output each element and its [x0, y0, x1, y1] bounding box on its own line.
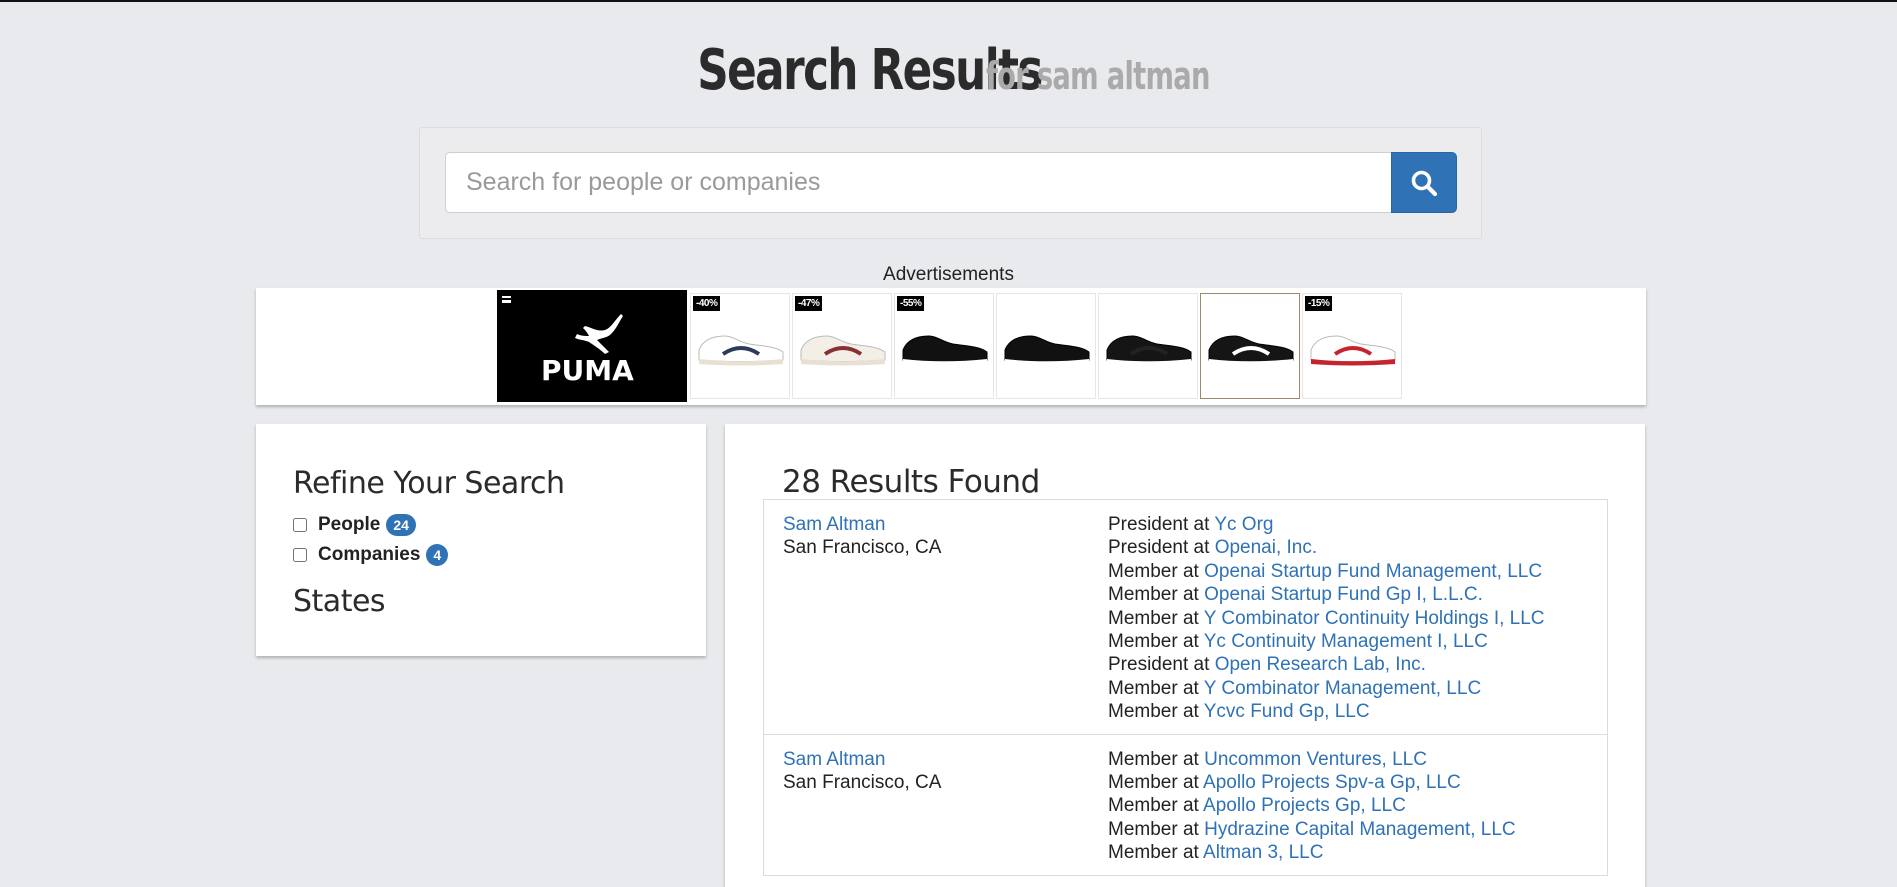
role-line: Member at Apollo Projects Gp, LLC: [1108, 794, 1607, 817]
company-link[interactable]: Apollo Projects Gp, LLC: [1203, 795, 1406, 816]
filter-people[interactable]: People 24: [293, 514, 416, 536]
company-link[interactable]: Y Combinator Management, LLC: [1204, 678, 1481, 699]
search-input[interactable]: [445, 152, 1391, 213]
role-title: Member at: [1108, 631, 1199, 653]
ad-product-tile[interactable]: [996, 293, 1096, 399]
refine-panel: Refine Your Search People 24 Companies 4…: [256, 424, 706, 656]
sneaker-icon: [1004, 335, 1090, 366]
company-link[interactable]: Altman 3, LLC: [1203, 842, 1323, 863]
role-line: Member at Openai Startup Fund Gp I, L.L.…: [1108, 583, 1607, 606]
filter-companies-count: 4: [426, 544, 449, 566]
role-line: Member at Uncommon Ventures, LLC: [1108, 748, 1607, 771]
role-line: Member at Hydrazine Capital Management, …: [1108, 818, 1607, 841]
page-title: Search Results for sam altman: [0, 38, 1897, 103]
result-person-link[interactable]: Sam Altman: [783, 514, 885, 535]
ad-product-tile[interactable]: -55%: [894, 293, 994, 399]
page-title-query: for sam altman: [986, 54, 1211, 98]
role-title: Member at: [1108, 677, 1199, 699]
ad-brand-text: PUMA: [541, 354, 634, 386]
results-panel: 28 Results Found Sam Altman San Francisco…: [725, 424, 1645, 887]
role-title: Member at: [1108, 772, 1199, 794]
role-title: President at: [1108, 514, 1210, 535]
role-title: Member at: [1108, 818, 1199, 840]
search-button[interactable]: [1391, 152, 1457, 213]
company-link[interactable]: Open Research Lab, Inc.: [1215, 654, 1426, 675]
role-title: President at: [1108, 654, 1210, 676]
result-roles: President at Yc Org President at Openai, …: [1108, 513, 1607, 724]
role-title: Member at: [1108, 842, 1199, 864]
role-title: Member at: [1108, 748, 1199, 770]
ad-product-tile[interactable]: -15%: [1302, 293, 1402, 399]
filter-companies[interactable]: Companies 4: [293, 544, 449, 566]
role-title: Member at: [1108, 560, 1199, 582]
result-person: Sam Altman San Francisco, CA: [764, 748, 1108, 865]
company-link[interactable]: Apollo Projects Spv-a Gp, LLC: [1203, 772, 1461, 793]
ad-product-tile[interactable]: [1200, 293, 1300, 399]
filter-people-checkbox[interactable]: [293, 518, 307, 532]
ad-brand-logo[interactable]: PUMA: [497, 290, 687, 402]
result-roles: Member at Uncommon Ventures, LLC Member a…: [1108, 748, 1607, 865]
role-line: President at Openai, Inc.: [1108, 536, 1607, 559]
result-row: Sam Altman San Francisco, CA President at …: [764, 500, 1607, 735]
company-link[interactable]: Ycvc Fund Gp, LLC: [1204, 701, 1370, 722]
filter-people-count: 24: [386, 514, 416, 536]
ad-discount-badge: -47%: [795, 296, 823, 311]
result-person-link[interactable]: Sam Altman: [783, 749, 885, 770]
ad-product-tile[interactable]: [1098, 293, 1198, 399]
sneaker-icon: [698, 335, 784, 366]
company-link[interactable]: Yc Org: [1214, 514, 1273, 535]
sneaker-icon: [1208, 335, 1294, 366]
ad-banner[interactable]: PUMA -40% -47% -55% -15%: [256, 288, 1646, 405]
search-panel: [419, 127, 1482, 239]
filter-people-label: People: [318, 514, 381, 535]
company-link[interactable]: Openai, Inc.: [1215, 537, 1317, 558]
sneaker-icon: [800, 335, 886, 366]
results-table: Sam Altman San Francisco, CA President at …: [763, 499, 1608, 876]
ad-product-tile[interactable]: -47%: [792, 293, 892, 399]
states-title: States: [293, 584, 386, 619]
role-line: President at Yc Org: [1108, 513, 1607, 536]
results-heading: 28 Results Found: [782, 464, 1040, 500]
role-title: President at: [1108, 537, 1210, 559]
sneaker-icon: [902, 335, 988, 366]
company-link[interactable]: Openai Startup Fund Management, LLC: [1204, 561, 1542, 582]
role-line: Member at Apollo Projects Spv-a Gp, LLC: [1108, 771, 1607, 794]
sneaker-icon: [1310, 335, 1396, 366]
ad-discount-badge: -55%: [897, 296, 925, 311]
role-line: Member at Yc Continuity Management I, LL…: [1108, 630, 1607, 653]
company-link[interactable]: Uncommon Ventures, LLC: [1204, 749, 1427, 770]
company-link[interactable]: Hydrazine Capital Management, LLC: [1204, 819, 1516, 840]
role-line: President at Open Research Lab, Inc.: [1108, 653, 1607, 676]
company-link[interactable]: Openai Startup Fund Gp I, L.L.C.: [1204, 584, 1483, 605]
search-icon: [1411, 170, 1438, 196]
ad-discount-badge: -40%: [693, 296, 721, 311]
company-link[interactable]: Y Combinator Continuity Holdings I, LLC: [1204, 608, 1545, 629]
role-line: Member at Openai Startup Fund Management…: [1108, 560, 1607, 583]
role-title: Member at: [1108, 701, 1199, 723]
filter-companies-checkbox[interactable]: [293, 548, 307, 562]
result-location: San Francisco, CA: [783, 537, 942, 559]
company-link[interactable]: Yc Continuity Management I, LLC: [1204, 631, 1488, 652]
ad-menu-icon[interactable]: [502, 296, 511, 303]
role-line: Member at Ycvc Fund Gp, LLC: [1108, 700, 1607, 723]
puma-logo-icon: PUMA: [541, 314, 634, 386]
role-line: Member at Y Combinator Management, LLC: [1108, 677, 1607, 700]
ads-label: Advertisements: [883, 264, 1014, 285]
ad-product-tile[interactable]: -40%: [690, 293, 790, 399]
role-title: Member at: [1108, 607, 1199, 629]
ad-discount-badge: -15%: [1305, 296, 1333, 311]
result-location: San Francisco, CA: [783, 772, 942, 794]
refine-title: Refine Your Search: [293, 466, 565, 501]
filter-companies-label: Companies: [318, 544, 421, 565]
role-title: Member at: [1108, 795, 1199, 817]
result-row: Sam Altman San Francisco, CA Member at Unc…: [764, 735, 1607, 876]
role-title: Member at: [1108, 584, 1199, 606]
result-person: Sam Altman San Francisco, CA: [764, 513, 1108, 724]
sneaker-icon: [1106, 335, 1192, 366]
role-line: Member at Y Combinator Continuity Holdin…: [1108, 607, 1607, 630]
role-line: Member at Altman 3, LLC: [1108, 841, 1607, 864]
